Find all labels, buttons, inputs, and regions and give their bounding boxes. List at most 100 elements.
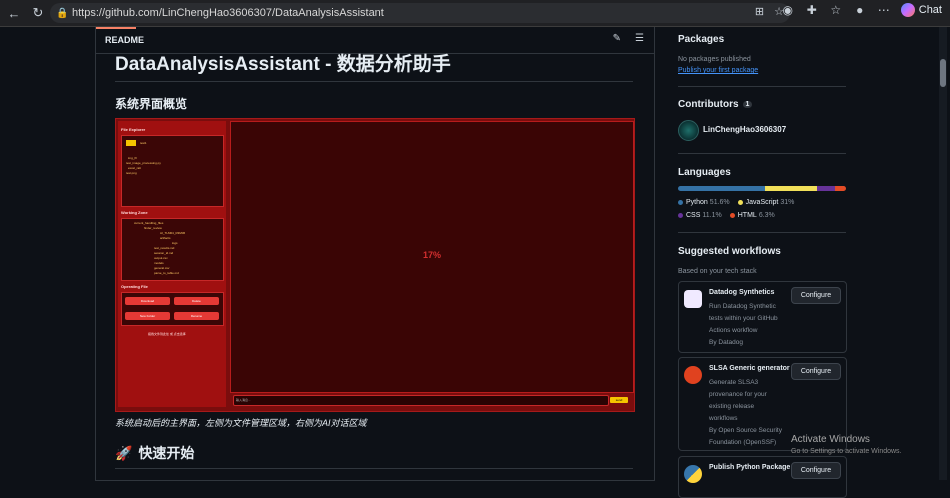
folder-name: test1 bbox=[140, 141, 147, 145]
edit-pencil-icon[interactable]: ✎ bbox=[613, 33, 621, 44]
workflow-name: SLSA Generic generator bbox=[709, 365, 790, 372]
language-bar-segment bbox=[678, 186, 765, 191]
puzzle-icon[interactable]: ✚ bbox=[805, 3, 819, 17]
rocket-icon: 🚀 bbox=[115, 445, 133, 461]
file-explorer-box: test1 img_fil test_image_processing.py e… bbox=[121, 135, 224, 207]
working-item: parse_to_table.md bbox=[154, 271, 179, 275]
language-bar-segment bbox=[764, 186, 817, 191]
working-item: finder_review bbox=[144, 226, 162, 230]
quickstart-text: 快速开始 bbox=[138, 445, 195, 461]
more-menu-icon[interactable]: ⋯ bbox=[877, 3, 891, 17]
workflow-name: Publish Python Package bbox=[709, 464, 791, 471]
working-zone-title: Working Zone bbox=[121, 210, 148, 215]
copilot-icon bbox=[900, 3, 915, 17]
datadog-icon bbox=[684, 290, 702, 308]
contributors-count-badge: 1 bbox=[742, 100, 753, 108]
profile-avatar[interactable]: ● bbox=[853, 3, 867, 17]
workflow-description: Run Datadog Synthetic tests within your G… bbox=[709, 303, 778, 346]
working-item: output.csv bbox=[154, 256, 168, 260]
section-heading-overview: 系统界面概览 bbox=[115, 97, 188, 111]
screenshot-message-input: 输入消息... bbox=[233, 395, 609, 406]
language-bar-segment bbox=[835, 186, 846, 191]
dropzone-text: 拖拽文件到此处 或 点击选择 bbox=[148, 332, 186, 336]
page-content: README ✎ ☰ DataAnalysisAssistant - 数据分析助… bbox=[0, 27, 950, 498]
copilot-chat-button[interactable]: Chat bbox=[900, 3, 942, 17]
working-item: AI_TLM04_R3M36 bbox=[160, 231, 186, 235]
delete-button: Delete bbox=[174, 297, 219, 305]
extension-icon[interactable]: ◉ bbox=[781, 3, 795, 17]
language-javascript[interactable]: JavaScript 31% bbox=[737, 199, 794, 206]
contributor-name[interactable]: LinChengHao3606307 bbox=[703, 125, 786, 134]
file-item: test.png bbox=[126, 171, 137, 175]
language-html[interactable]: HTML 6.3% bbox=[729, 212, 775, 219]
folder-icon bbox=[126, 140, 136, 146]
workflow-card-datadog: Datadog Synthetics Run Datadog Synthetic… bbox=[678, 281, 847, 353]
configure-button[interactable]: Configure bbox=[791, 462, 841, 479]
working-item: artifacts bbox=[160, 236, 171, 240]
languages-legend-row-2: CSS 11.1% HTML 6.3% bbox=[678, 212, 775, 219]
divider bbox=[678, 232, 846, 233]
language-css[interactable]: CSS 11.1% bbox=[678, 212, 722, 219]
repo-sidebar: Packages No packages published Publish y… bbox=[678, 27, 848, 498]
progress-percentage: 17% bbox=[422, 250, 441, 260]
javascript-color-dot bbox=[737, 199, 743, 205]
configure-button[interactable]: Configure bbox=[791, 287, 841, 304]
slsa-icon bbox=[684, 366, 702, 384]
workflow-name: Datadog Synthetics bbox=[709, 289, 775, 296]
operating-file-title: Operating File bbox=[121, 284, 148, 289]
scrollbar-thumb[interactable] bbox=[940, 59, 946, 87]
working-item: models bbox=[154, 261, 164, 265]
file-item: excel_ralt bbox=[128, 166, 141, 170]
chat-label: Chat bbox=[918, 4, 942, 16]
back-icon[interactable]: ← bbox=[4, 3, 24, 23]
favorites-icon[interactable]: ☆ bbox=[829, 3, 843, 17]
workflows-subtitle: Based on your tech stack bbox=[678, 268, 757, 275]
divider bbox=[678, 153, 846, 154]
languages-legend-row-1: Python 51.6% JavaScript 31% bbox=[678, 199, 794, 206]
screenshot-chat-area: 17% bbox=[230, 121, 634, 393]
language-bar-segment bbox=[816, 186, 836, 191]
outline-list-icon[interactable]: ☰ bbox=[635, 33, 644, 44]
workflow-card-python: Publish Python Package Configure bbox=[678, 456, 847, 498]
publish-package-link[interactable]: Publish your first package bbox=[678, 67, 758, 74]
language-python[interactable]: Python 51.6% bbox=[678, 199, 730, 206]
download-button: Download bbox=[125, 297, 170, 305]
screenshot-send-button: send bbox=[610, 397, 628, 403]
workflow-description: Generate SLSA3 provenance for your existin… bbox=[709, 379, 782, 446]
page-scrollbar[interactable] bbox=[939, 27, 947, 480]
contributor-avatar[interactable] bbox=[678, 120, 699, 141]
screenshot-caption: 系统启动后的主界面，左侧为文件管理区域，右侧为AI对话区域 bbox=[115, 418, 367, 428]
lock-icon: 🔒 bbox=[56, 7, 69, 19]
working-item: session_id.md bbox=[154, 251, 174, 255]
python-icon bbox=[684, 465, 702, 483]
css-color-dot bbox=[678, 212, 683, 218]
operating-file-box: Download Delete New Folder Rename bbox=[121, 292, 224, 326]
section-heading-quickstart: 🚀 快速开始 bbox=[115, 443, 633, 469]
packages-title[interactable]: Packages bbox=[678, 34, 724, 45]
screenshot-left-panel: File Explorer test1 img_fil test_image_p… bbox=[118, 121, 226, 407]
working-item: current_handling_files bbox=[134, 221, 164, 225]
new-folder-button: New Folder bbox=[125, 312, 170, 320]
languages-bar bbox=[678, 186, 846, 191]
contributors-title[interactable]: Contributors 1 bbox=[678, 99, 753, 110]
activate-windows-title: Activate Windows bbox=[791, 434, 870, 445]
app-screenshot: File Explorer test1 img_fil test_image_p… bbox=[115, 118, 635, 412]
file-explorer-title: File Explorer bbox=[121, 127, 146, 132]
python-color-dot bbox=[678, 199, 683, 205]
working-item: logs bbox=[172, 241, 178, 245]
readme-title: DataAnalysisAssistant - 数据分析助手 bbox=[115, 49, 633, 82]
html-color-dot bbox=[729, 212, 735, 218]
configure-button[interactable]: Configure bbox=[791, 363, 841, 380]
activate-windows-subtitle: Go to Settings to activate Windows. bbox=[791, 448, 902, 455]
file-item: img_fil bbox=[128, 156, 137, 160]
file-item: test_image_processing.py bbox=[126, 161, 161, 165]
suggested-workflows-title: Suggested workflows bbox=[678, 246, 781, 257]
refresh-icon[interactable]: ↻ bbox=[28, 3, 48, 23]
browser-toolbar: ← ↻ 🔒 https://github.com/LinChengHao3606… bbox=[0, 0, 950, 27]
working-item: general.csv bbox=[154, 266, 170, 270]
working-zone-box: current_handling_files finder_review AI_… bbox=[121, 218, 224, 281]
address-bar[interactable]: 🔒 https://github.com/LinChengHao3606307/… bbox=[50, 3, 790, 23]
packages-empty-text: No packages published bbox=[678, 56, 751, 63]
app-icon[interactable]: ⊞ bbox=[755, 5, 764, 18]
readme-panel: README ✎ ☰ DataAnalysisAssistant - 数据分析助… bbox=[95, 27, 655, 481]
